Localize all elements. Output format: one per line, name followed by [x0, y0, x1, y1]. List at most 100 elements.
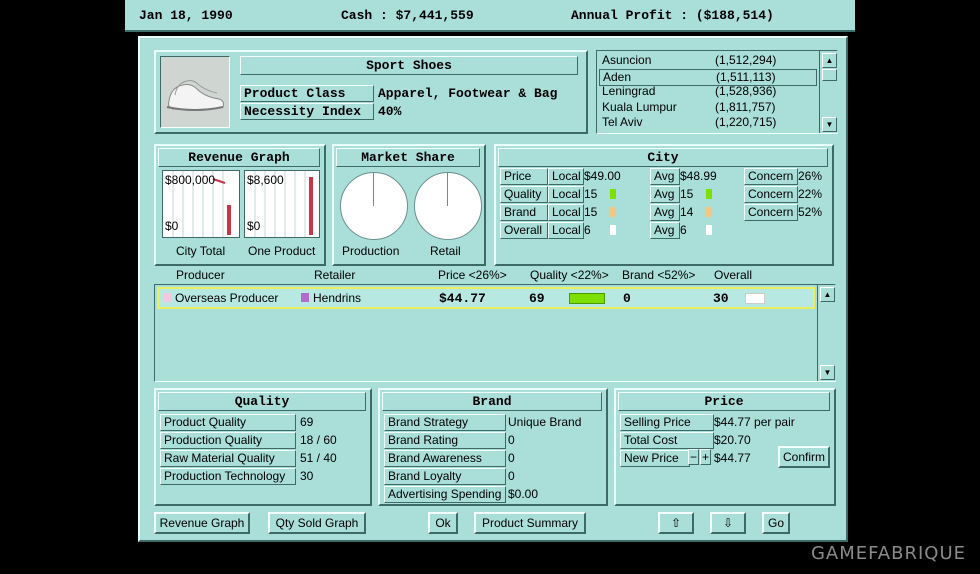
go-button[interactable]: Go — [762, 512, 790, 534]
confirm-button[interactable]: Confirm — [778, 446, 830, 468]
increase-price-button[interactable]: + — [700, 449, 711, 465]
brand-row-value: 0 — [508, 433, 515, 447]
avg-label: Avg — [650, 222, 680, 239]
col-overall: Overall — [714, 268, 753, 282]
brand-row-value: 0 — [508, 451, 515, 465]
city-list[interactable]: Asuncion (1,512,294) Aden (1,511,113) Lening… — [596, 50, 838, 134]
city-list-item[interactable]: Tel Aviv (1,220,715) — [599, 115, 815, 130]
next-product-button[interactable]: ⇩ — [710, 512, 746, 534]
city-comparison-panel: City Price Local $49.00 Avg $48.99 Concern 26%… — [494, 144, 834, 266]
avg-label: Avg — [650, 168, 680, 185]
product-summary-button[interactable]: Product Summary — [474, 512, 586, 534]
avg-value: 15 — [680, 187, 694, 201]
table-scrollbar[interactable]: ▲ ▼ — [817, 285, 836, 381]
city-row-label: Quality — [500, 186, 548, 203]
local-label: Local — [548, 222, 584, 239]
previous-product-button[interactable]: ⇧ — [658, 512, 694, 534]
competitor-table: Overseas Producer Hendrins $44.77 69 0 3… — [154, 284, 836, 382]
table-scroll-down-icon[interactable]: ▼ — [820, 365, 835, 380]
price-panel: Price Selling Price $44.77 per pair Tota… — [614, 388, 836, 506]
ok-button[interactable]: Ok — [428, 512, 458, 534]
retail-pie — [414, 172, 482, 240]
production-caption: Production — [342, 244, 400, 258]
col-brand: Brand <52%> — [622, 268, 696, 282]
one-product-bottom: $0 — [247, 219, 261, 233]
quality-row-label: Production Technology — [160, 468, 296, 485]
product-class-label: Product Class — [240, 85, 374, 102]
local-value: $49.00 — [584, 169, 621, 183]
concern-value: 52% — [798, 205, 823, 219]
col-producer: Producer — [176, 268, 225, 282]
city-total-top: $800,000 — [165, 173, 216, 187]
necessity-index-label: Necessity Index — [240, 103, 374, 120]
scroll-down-icon[interactable]: ▼ — [822, 117, 837, 132]
table-row[interactable]: Overseas Producer Hendrins $44.77 69 0 3… — [157, 287, 815, 309]
quality-title: Quality — [158, 392, 366, 411]
city-name: Kuala Lumpur — [602, 99, 677, 114]
decrease-price-button[interactable]: − — [688, 449, 699, 465]
table-scroll-up-icon[interactable]: ▲ — [820, 287, 835, 302]
product-class-value: Apparel, Footwear & Bag — [378, 86, 558, 101]
status-bar: Jan 18, 1990 Cash : $7,441,559 Annual Pr… — [125, 0, 855, 32]
one-product-graph: $8,600 $0 — [244, 170, 320, 238]
watermark-logo: GAMEFABRIQUE — [810, 543, 966, 564]
arrow-up-icon: ⇧ — [670, 516, 682, 530]
brand-panel: Brand Brand Strategy Unique Brand Brand Ra… — [378, 388, 608, 506]
avg-label: Avg — [650, 186, 680, 203]
city-total-graph: $800,000 $0 — [162, 170, 240, 238]
avg-value: $48.99 — [680, 169, 717, 183]
city-list-item[interactable]: Leningrad (1,528,936) — [599, 84, 815, 99]
brand-row-label: Brand Strategy — [384, 414, 506, 431]
brand-title: Brand — [382, 392, 602, 411]
row-producer: Overseas Producer — [175, 291, 279, 305]
brand-row-label: Brand Awareness — [384, 450, 506, 467]
city-total-bar — [227, 205, 231, 235]
city-panel-title: City — [498, 148, 828, 167]
avg-value: 14 — [680, 205, 694, 219]
row-price: $44.77 — [439, 291, 486, 306]
brand-row-label: Advertising Spending — [384, 486, 506, 503]
qty-sold-graph-button[interactable]: Qty Sold Graph — [268, 512, 366, 534]
new-price-value[interactable]: $44.77 — [714, 451, 751, 465]
revenue-graph-panel: Revenue Graph $800,000 $0 $8,600 $0 City… — [154, 144, 326, 266]
row-brand: 0 — [623, 291, 631, 306]
city-list-item[interactable]: Kuala Lumpur (1,811,757) — [599, 100, 815, 115]
product-window: Sport Shoes Product Class Apparel, Footw… — [138, 36, 848, 542]
local-label: Local — [548, 186, 584, 203]
city-list-item[interactable]: Aden (1,511,113) — [599, 68, 817, 86]
local-bar — [610, 207, 616, 217]
city-row-label: Brand — [500, 204, 548, 221]
revenue-graph-button[interactable]: Revenue Graph — [154, 512, 250, 534]
local-bar — [610, 225, 616, 235]
producer-color-swatch — [163, 293, 171, 302]
local-value: 6 — [584, 223, 591, 237]
city-list-scrollbar[interactable]: ▲ ▼ — [819, 51, 838, 133]
brand-row-label: Brand Loyalty — [384, 468, 506, 485]
brand-row-value: 0 — [508, 469, 515, 483]
brand-row-value: $0.00 — [508, 487, 539, 501]
concern-value: 22% — [798, 187, 823, 201]
product-info-panel: Sport Shoes Product Class Apparel, Footw… — [154, 50, 588, 134]
city-population: (1,220,715) — [715, 115, 777, 129]
retail-caption: Retail — [430, 244, 461, 258]
scroll-thumb[interactable] — [822, 69, 837, 81]
concern-label: Concern — [744, 186, 798, 203]
total-cost-label: Total Cost — [620, 432, 714, 449]
city-name: Aden — [603, 69, 632, 84]
concern-value: 26% — [798, 169, 823, 183]
city-list-item[interactable]: Asuncion (1,512,294) — [599, 53, 815, 68]
city-population: (1,512,294) — [715, 53, 777, 67]
city-population: (1,511,113) — [716, 69, 776, 84]
one-product-top: $8,600 — [247, 173, 284, 187]
quality-row-value: 51 / 40 — [300, 451, 337, 465]
avg-bar — [706, 225, 712, 235]
concern-label: Concern — [744, 168, 798, 185]
city-total-bottom: $0 — [165, 219, 179, 233]
local-label: Local — [548, 168, 584, 185]
overall-bar — [745, 293, 765, 304]
col-quality: Quality <22%> — [530, 268, 609, 282]
row-quality: 69 — [529, 291, 545, 306]
scroll-up-icon[interactable]: ▲ — [822, 53, 837, 68]
local-bar — [610, 189, 616, 199]
market-share-panel: Market Share Production Retail — [332, 144, 486, 266]
